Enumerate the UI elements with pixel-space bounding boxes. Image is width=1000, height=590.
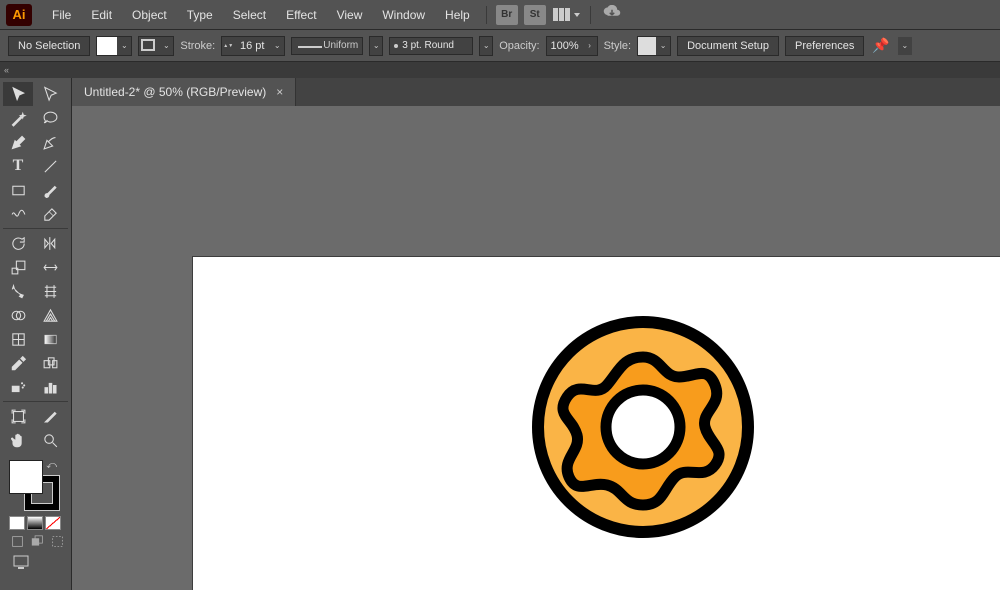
magic-wand-tool-icon[interactable] xyxy=(3,106,33,130)
eraser-tool-icon[interactable] xyxy=(36,202,66,226)
gradient-mode-icon[interactable] xyxy=(27,516,43,530)
perspective-grid-tool-icon[interactable] xyxy=(36,303,66,327)
panel-collapse-icon[interactable] xyxy=(0,62,1000,78)
menu-bar: Ai File Edit Object Type Select Effect V… xyxy=(0,0,1000,30)
shaper-tool-icon[interactable] xyxy=(3,202,33,226)
zoom-tool-icon[interactable] xyxy=(36,428,66,452)
none-mode-icon[interactable] xyxy=(45,516,61,530)
menu-select[interactable]: Select xyxy=(223,4,276,26)
app-logo: Ai xyxy=(6,4,32,26)
gpu-preview-icon[interactable] xyxy=(603,5,621,24)
artboard-tool-icon[interactable] xyxy=(3,404,33,428)
document-setup-button[interactable]: Document Setup xyxy=(677,36,779,56)
line-tool-icon[interactable] xyxy=(36,154,66,178)
opacity-input[interactable]: 100% › xyxy=(546,36,598,56)
menu-type[interactable]: Type xyxy=(177,4,223,26)
color-mode-icon[interactable] xyxy=(9,516,25,530)
width-tool-icon[interactable] xyxy=(36,255,66,279)
type-tool-icon[interactable]: T xyxy=(3,154,33,178)
opacity-value: 100% xyxy=(547,40,583,52)
puppet-warp-tool-icon[interactable] xyxy=(36,279,66,303)
document-tab[interactable]: Untitled-2* @ 50% (RGB/Preview) × xyxy=(72,78,296,106)
reflect-tool-icon[interactable] xyxy=(36,231,66,255)
stroke-weight-input[interactable]: ▲▼ 16 pt ⌄ xyxy=(221,36,285,56)
document-tabbar: Untitled-2* @ 50% (RGB/Preview) × xyxy=(72,78,1000,106)
column-graph-tool-icon[interactable] xyxy=(36,375,66,399)
direct-selection-tool-icon[interactable] xyxy=(36,82,66,106)
pin-icon[interactable]: 📌 xyxy=(872,37,889,54)
curvature-tool-icon[interactable] xyxy=(36,130,66,154)
selection-tool-icon[interactable] xyxy=(3,82,33,106)
slice-tool-icon[interactable] xyxy=(36,404,66,428)
style-label: Style: xyxy=(604,40,632,52)
opacity-label: Opacity: xyxy=(499,40,539,52)
tools-panel: T xyxy=(0,78,72,590)
symbol-sprayer-tool-icon[interactable] xyxy=(3,375,33,399)
screen-mode-icon[interactable] xyxy=(9,552,33,572)
close-tab-icon[interactable]: × xyxy=(276,85,283,99)
free-transform-tool-icon[interactable] xyxy=(3,279,33,303)
menu-object[interactable]: Object xyxy=(122,4,177,26)
artboard xyxy=(192,256,1000,590)
stock-icon[interactable]: St xyxy=(524,5,546,25)
arrange-documents-icon[interactable] xyxy=(553,8,580,21)
rectangle-tool-icon[interactable] xyxy=(3,178,33,202)
swap-fill-stroke-icon[interactable]: ⤺ xyxy=(46,460,57,471)
brush-definition[interactable]: 3 pt. Round xyxy=(389,37,473,55)
eyedropper-tool-icon[interactable] xyxy=(3,351,33,375)
color-mode-row xyxy=(9,516,68,530)
hand-tool-icon[interactable] xyxy=(3,428,33,452)
variable-width-dropdown[interactable]: ⌄ xyxy=(369,36,383,56)
menu-help[interactable]: Help xyxy=(435,4,480,26)
shape-builder-tool-icon[interactable] xyxy=(3,303,33,327)
variable-width-profile[interactable]: Uniform xyxy=(291,37,363,55)
bridge-icon[interactable]: Br xyxy=(496,5,518,25)
control-bar: No Selection ⌄ ⌄ Stroke: ▲▼ 16 pt ⌄ Unif… xyxy=(0,30,1000,62)
document-tab-title: Untitled-2* @ 50% (RGB/Preview) xyxy=(84,85,266,99)
rotate-tool-icon[interactable] xyxy=(3,231,33,255)
menu-window[interactable]: Window xyxy=(372,4,435,26)
document-area: Untitled-2* @ 50% (RGB/Preview) × xyxy=(72,78,1000,590)
menu-edit[interactable]: Edit xyxy=(81,4,122,26)
fill-color[interactable]: ⌄ xyxy=(96,36,132,56)
lasso-tool-icon[interactable] xyxy=(36,106,66,130)
menu-file[interactable]: File xyxy=(42,4,81,26)
menu-separator xyxy=(486,6,487,24)
gradient-tool-icon[interactable] xyxy=(36,327,66,351)
canvas[interactable] xyxy=(72,106,1000,590)
stroke-weight-value: 16 pt xyxy=(234,40,270,52)
control-overflow[interactable]: ⌄ xyxy=(898,37,912,55)
workspace: T xyxy=(0,78,1000,590)
blend-tool-icon[interactable] xyxy=(36,351,66,375)
draw-inside-icon[interactable] xyxy=(49,534,65,548)
preferences-button[interactable]: Preferences xyxy=(785,36,864,56)
brush-definition-dropdown[interactable]: ⌄ xyxy=(479,36,493,56)
fill-swatch[interactable] xyxy=(9,460,43,494)
scale-tool-icon[interactable] xyxy=(3,255,33,279)
menu-view[interactable]: View xyxy=(327,4,373,26)
graphic-style[interactable]: ⌄ xyxy=(637,36,671,56)
paintbrush-tool-icon[interactable] xyxy=(36,178,66,202)
draw-behind-icon[interactable] xyxy=(29,534,45,548)
donut-artwork xyxy=(528,312,758,542)
stroke-label: Stroke: xyxy=(180,40,215,52)
draw-normal-icon[interactable] xyxy=(9,534,25,548)
stroke-color[interactable]: ⌄ xyxy=(138,36,174,56)
fill-stroke-picker[interactable]: ⤺ xyxy=(9,460,59,510)
selection-indicator: No Selection xyxy=(8,36,90,56)
pen-tool-icon[interactable] xyxy=(3,130,33,154)
menu-effect[interactable]: Effect xyxy=(276,4,326,26)
menu-separator xyxy=(590,6,591,24)
mesh-tool-icon[interactable] xyxy=(3,327,33,351)
